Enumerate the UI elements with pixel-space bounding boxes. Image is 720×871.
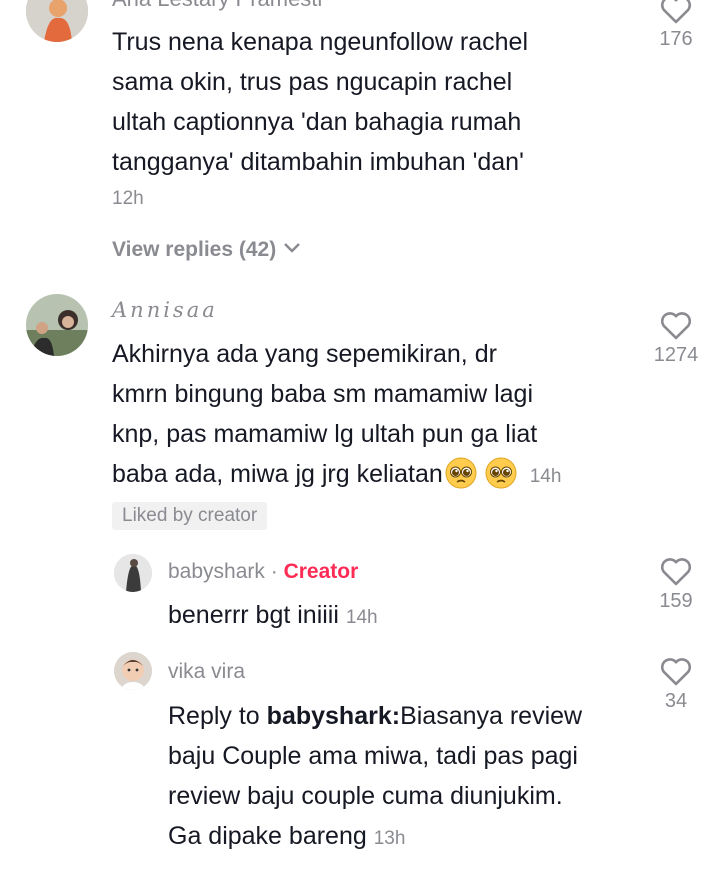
reply-text: Reply to babyshark:Biasanya review baju … bbox=[168, 696, 582, 859]
reply-author[interactable]: babyshark bbox=[168, 560, 265, 583]
reply-line: review baju couple cuma diunjukim. bbox=[168, 782, 563, 810]
avatar[interactable] bbox=[26, 294, 88, 356]
like-count: 1274 bbox=[653, 344, 699, 366]
pleading-face-icon bbox=[485, 457, 517, 489]
reply-line: Reply to babyshark:Biasanya review bbox=[168, 702, 583, 730]
comment-item: Annisaa Akhirnya ada yang sepemikiran, d… bbox=[0, 290, 720, 540]
reply-line: baju Couple ama miwa, tadi pas pagi bbox=[168, 742, 578, 770]
comment-author[interactable]: Ana Lestary Pramesti bbox=[112, 0, 322, 12]
comment-line: baba ada, miwa jg jrg keliatan bbox=[112, 460, 443, 488]
reply-header: vika vira bbox=[168, 660, 245, 684]
reply-text: benerrr bgt iniiii 14h bbox=[168, 601, 378, 629]
comment-author[interactable]: Annisaa bbox=[112, 298, 218, 322]
heart-icon bbox=[661, 558, 691, 586]
heart-icon bbox=[661, 312, 691, 340]
like-button[interactable]: 1274 bbox=[646, 310, 706, 367]
heart-icon bbox=[661, 0, 691, 24]
reply-item: vika vira Reply to babyshark:Biasanya re… bbox=[0, 640, 720, 871]
like-button[interactable]: 176 bbox=[646, 0, 706, 51]
chevron-down-icon bbox=[284, 243, 300, 253]
reply-header: babyshark · Creator bbox=[168, 560, 358, 584]
reply-to-user[interactable]: babyshark: bbox=[267, 702, 400, 730]
like-count: 159 bbox=[659, 590, 693, 612]
comment-line: sama okin, trus pas ngucapin rachel bbox=[112, 68, 513, 96]
comment-time: 12h bbox=[112, 188, 144, 209]
reply-prefix: Reply to bbox=[168, 702, 267, 730]
comment-line: Trus nena kenapa ngeunfollow rachel bbox=[112, 28, 529, 56]
view-replies-button[interactable]: View replies (42) bbox=[112, 238, 302, 262]
comment-text: Akhirnya ada yang sepemikiran, dr kmrn b… bbox=[112, 334, 561, 497]
avatar[interactable] bbox=[114, 652, 152, 690]
comment-text: Trus nena kenapa ngeunfollow rachel sama… bbox=[112, 22, 528, 182]
liked-by-creator-badge: Liked by creator bbox=[112, 502, 268, 530]
creator-tag: Creator bbox=[283, 560, 359, 583]
reply-item: babyshark · Creator benerrr bgt iniiii 1… bbox=[0, 540, 720, 640]
like-count: 34 bbox=[664, 690, 688, 712]
avatar[interactable] bbox=[114, 554, 152, 592]
reply-author[interactable]: vika vira bbox=[168, 660, 245, 683]
heart-icon bbox=[661, 658, 691, 686]
comment-item: Ana Lestary Pramesti Trus nena kenapa ng… bbox=[0, 0, 720, 290]
comment-time: 14h bbox=[529, 466, 562, 487]
comment-line: tangganya' ditambahin imbuhan 'dan' bbox=[112, 148, 524, 176]
separator: · bbox=[270, 560, 278, 583]
reply-line-with-time: Ga dipake bareng 13h bbox=[168, 822, 406, 850]
like-count: 176 bbox=[659, 28, 693, 50]
comment-line: knp, pas mamamiw lg ultah pun ga liat bbox=[112, 420, 538, 448]
comment-line-with-time: baba ada, miwa jg jrg keliatan 14h bbox=[112, 454, 561, 497]
comment-line: Akhirnya ada yang sepemikiran, dr bbox=[112, 340, 497, 368]
reply-time: 13h bbox=[373, 828, 406, 849]
pleading-face-icon bbox=[445, 457, 477, 489]
avatar[interactable] bbox=[26, 0, 88, 42]
comment-line: ultah captionnya 'dan bahagia rumah bbox=[112, 108, 522, 136]
comment-line: kmrn bingung baba sm mamamiw lagi bbox=[112, 380, 534, 408]
like-button[interactable]: 34 bbox=[646, 656, 706, 713]
reply-time: 14h bbox=[345, 607, 378, 628]
like-button[interactable]: 159 bbox=[646, 556, 706, 613]
view-replies-label: View replies (42) bbox=[112, 238, 277, 261]
